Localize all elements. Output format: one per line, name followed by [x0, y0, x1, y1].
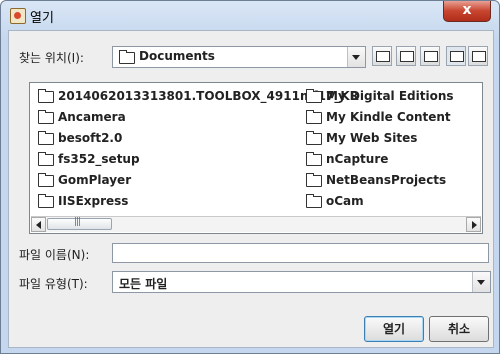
file-list[interactable]: 2014062013313801.TOOLBOX_4911mf17_KR Anc…	[29, 82, 483, 234]
close-button[interactable]: x	[443, 1, 491, 22]
list-view-icon	[450, 51, 464, 62]
folder-icon	[119, 50, 135, 64]
filetype-value: 모든 파일	[119, 277, 168, 291]
folder-icon	[306, 109, 322, 124]
filetype-select[interactable]: 모든 파일	[112, 271, 491, 293]
java-app-icon	[10, 8, 26, 24]
title-bar: 열기 x	[1, 1, 499, 29]
folder-icon	[306, 130, 322, 145]
new-folder-button[interactable]	[420, 46, 440, 66]
horizontal-scrollbar[interactable]	[31, 216, 481, 232]
filename-label: 파일 이름(N):	[19, 248, 90, 262]
up-folder-icon	[376, 51, 390, 62]
home-icon	[400, 51, 414, 62]
list-item[interactable]: My Web Sites	[306, 130, 417, 149]
details-view-button[interactable]	[468, 46, 488, 66]
folder-icon	[306, 88, 322, 103]
chevron-down-icon[interactable]	[347, 47, 365, 67]
scroll-left-icon[interactable]	[31, 217, 46, 232]
folder-icon	[38, 172, 54, 187]
details-view-icon	[472, 51, 486, 62]
filetype-label: 파일 유형(T):	[19, 277, 88, 291]
up-folder-button[interactable]	[372, 46, 392, 66]
scroll-right-icon[interactable]	[466, 217, 481, 232]
list-item[interactable]: nCapture	[306, 151, 388, 170]
folder-icon	[38, 151, 54, 166]
list-item[interactable]: GomPlayer	[38, 172, 131, 191]
list-item[interactable]: NetBeansProjects	[306, 172, 446, 191]
chevron-down-icon[interactable]	[472, 272, 490, 292]
folder-icon	[306, 193, 322, 208]
list-item[interactable]: Ancamera	[38, 109, 126, 128]
dialog-content: 찾는 위치(I): Documents 2014062013313801.TOO…	[8, 30, 494, 348]
folder-icon	[38, 88, 54, 103]
close-icon: x	[462, 2, 472, 18]
new-folder-icon	[424, 51, 438, 62]
list-item[interactable]: oCam	[306, 193, 364, 212]
cancel-button[interactable]: 취소	[429, 316, 489, 342]
list-item[interactable]: fs352_setup	[38, 151, 140, 170]
scrollbar-thumb[interactable]	[47, 217, 112, 230]
list-item[interactable]: My Digital Editions	[306, 88, 454, 107]
look-in-combobox[interactable]: Documents	[112, 46, 366, 68]
folder-icon	[306, 151, 322, 166]
folder-icon	[306, 172, 322, 187]
list-view-button[interactable]	[446, 46, 466, 66]
folder-icon	[38, 109, 54, 124]
look-in-value: Documents	[139, 49, 215, 63]
folder-icon	[38, 193, 54, 208]
list-item[interactable]: My Kindle Content	[306, 109, 451, 128]
open-button[interactable]: 열기	[364, 316, 424, 342]
home-button[interactable]	[396, 46, 416, 66]
list-item[interactable]: besoft2.0	[38, 130, 122, 149]
list-item[interactable]: IISExpress	[38, 193, 128, 212]
open-dialog: 열기 x 찾는 위치(I): Documents 201406201331380…	[0, 0, 500, 354]
folder-icon	[38, 130, 54, 145]
window-title: 열기	[30, 11, 54, 26]
filename-input[interactable]	[112, 243, 489, 263]
look-in-label: 찾는 위치(I):	[19, 51, 84, 65]
